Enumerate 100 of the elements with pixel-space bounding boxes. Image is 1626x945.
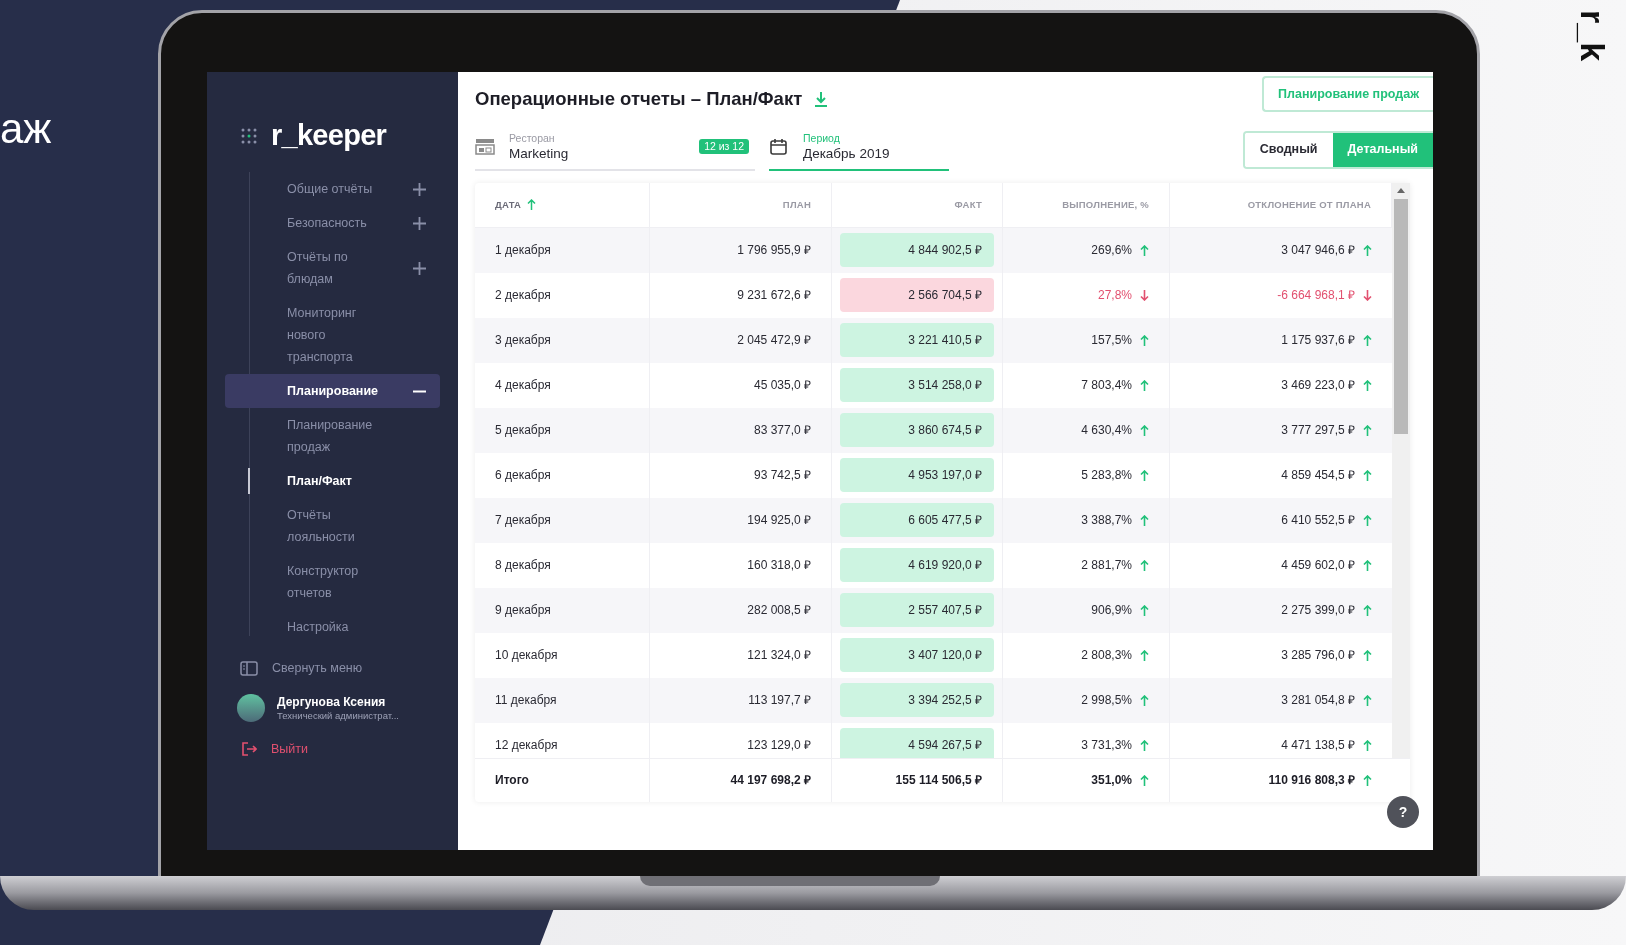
count-badge: 12 из 12 xyxy=(699,139,749,155)
table-cell-text: 8 декабря xyxy=(495,557,551,575)
table-cell-text: 3 777 297,5 ₽ xyxy=(1281,422,1355,440)
field-label: Период xyxy=(803,130,841,145)
table-cell-text: 1 декабря xyxy=(495,242,551,260)
plus-icon[interactable] xyxy=(413,182,426,196)
table-cell-text: 2 декабря xyxy=(495,287,551,305)
table-cell-text: 123 129,0 ₽ xyxy=(747,737,811,755)
nav-item[interactable]: Общие отчёты xyxy=(287,178,381,200)
table-cell-text: 11 декабря xyxy=(495,692,557,710)
table-cell: 4 619 920,0 ₽ xyxy=(840,548,994,583)
column-header[interactable]: ФАКТ xyxy=(954,197,982,212)
corner-logo: r_k xyxy=(1576,10,1610,60)
table-cell: 6 605 477,5 ₽ xyxy=(840,503,994,538)
table-cell-text: 93 742,5 ₽ xyxy=(753,467,811,485)
sales-planning-button[interactable]: Планирование продаж xyxy=(1262,76,1433,112)
table-cell: 2 557 407,5 ₽ xyxy=(840,593,994,628)
nav-item[interactable]: Мониторинг нового транспорта xyxy=(287,302,381,368)
nav-item[interactable]: Отчёты лояльности xyxy=(287,504,381,548)
table-cell-text: 906,9% xyxy=(1091,602,1132,620)
table-cell: 4 953 197,0 ₽ xyxy=(840,458,994,493)
table-cell-text: 7 803,4% xyxy=(1081,377,1132,395)
field-label: Ресторан xyxy=(509,130,556,145)
column-header[interactable]: ДАТА xyxy=(495,197,522,212)
table-cell-text: 351,0% xyxy=(1091,772,1132,790)
table-cell-text: 157,5% xyxy=(1091,332,1132,350)
calendar-icon xyxy=(769,138,789,156)
table-cell-text: 4 630,4% xyxy=(1081,422,1132,440)
table-cell-text: 194 925,0 ₽ xyxy=(747,512,811,530)
scrollbar-thumb[interactable] xyxy=(1394,198,1408,434)
page-title: Операционные отчеты – План/Факт xyxy=(475,87,803,111)
apps-grid-icon[interactable] xyxy=(241,128,257,144)
filter-field[interactable]: Период Декабрь 2019 xyxy=(769,124,949,171)
logout-icon[interactable] xyxy=(241,741,257,758)
help-button[interactable]: ? xyxy=(1387,796,1419,828)
column-header[interactable]: ВЫПОЛНЕНИЕ, % xyxy=(1062,197,1149,212)
table-cell-text: 2 275 399,0 ₽ xyxy=(1281,602,1355,620)
table-cell-text: 5 283,8% xyxy=(1081,467,1132,485)
table-cell-text: 4 459 602,0 ₽ xyxy=(1281,557,1355,575)
table-cell-text: 2 998,5% xyxy=(1081,692,1132,710)
heading-fragment: аж xyxy=(0,108,52,150)
plus-icon[interactable] xyxy=(413,216,426,230)
nav-item[interactable]: Планирование продаж xyxy=(287,414,381,458)
table-cell-text: 3 731,3% xyxy=(1081,737,1132,755)
table-cell-text: 45 035,0 ₽ xyxy=(753,377,811,395)
table-cell-text: 4 декабря xyxy=(495,377,551,395)
table-cell-text: 3 281 054,8 ₽ xyxy=(1281,692,1355,710)
logo: r_keeper xyxy=(271,118,387,154)
table-cell-text: 4 859 454,5 ₽ xyxy=(1281,467,1355,485)
table-cell-text: 44 197 698,2 ₽ xyxy=(730,772,811,790)
table-cell-text: 6 декабря xyxy=(495,467,551,485)
table-cell-text: 9 231 672,6 ₽ xyxy=(737,287,811,305)
table-cell-text: 1 796 955,9 ₽ xyxy=(737,242,811,260)
table-cell-text: 113 197,7 ₽ xyxy=(748,692,811,710)
table-cell: 3 221 410,5 ₽ xyxy=(840,323,994,358)
table-cell-text: 9 декабря xyxy=(495,602,551,620)
table-cell-text: 3 047 946,6 ₽ xyxy=(1281,242,1355,260)
table-cell-text: 160 318,0 ₽ xyxy=(747,557,811,575)
filter-field[interactable]: Ресторан Marketing 12 из 12 xyxy=(475,124,755,171)
column-header[interactable]: ОТКЛОНЕНИЕ ОТ ПЛАНА xyxy=(1247,197,1371,212)
table-cell-text: 5 декабря xyxy=(495,422,551,440)
table-cell: 2 566 704,5 ₽ xyxy=(840,278,994,313)
scroll-up-icon[interactable] xyxy=(1397,186,1405,193)
table-cell-text: 7 декабря xyxy=(495,512,551,530)
table-cell-text: 2 045 472,9 ₽ xyxy=(737,332,811,350)
table-cell-text: 282 008,5 ₽ xyxy=(747,602,811,620)
sidebar-panel-icon[interactable] xyxy=(240,660,258,676)
table-cell: 3 514 258,0 ₽ xyxy=(840,368,994,403)
table-cell: 4 844 902,5 ₽ xyxy=(840,233,994,268)
nav-item[interactable]: Настройка xyxy=(287,616,381,638)
table-cell: 3 860 674,5 ₽ xyxy=(840,413,994,448)
view-tab[interactable]: Детальный xyxy=(1332,132,1433,167)
avatar xyxy=(237,694,265,722)
table-cell-text: 10 декабря xyxy=(495,647,558,665)
nav-item[interactable]: Отчёты по блюдам xyxy=(287,246,381,290)
user-role: Технический администрат... xyxy=(277,709,399,722)
plus-icon[interactable] xyxy=(413,261,426,275)
nav-item[interactable]: План/Факт xyxy=(287,470,381,492)
logout-link[interactable]: Выйти xyxy=(271,740,308,759)
table-cell-text: 155 114 506,5 ₽ xyxy=(894,772,983,790)
table-cell: 4 594 267,5 ₽ xyxy=(840,728,994,758)
table-cell-text: 3 285 796,0 ₽ xyxy=(1281,647,1355,665)
table-cell-text: 3 декабря xyxy=(495,332,551,350)
column-header[interactable]: ПЛАН xyxy=(782,197,811,212)
field-value: Декабрь 2019 xyxy=(803,144,891,163)
table-cell-text: 121 324,0 ₽ xyxy=(747,647,811,665)
table-cell: 3 394 252,5 ₽ xyxy=(840,683,994,718)
table-cell: 3 407 120,0 ₽ xyxy=(840,638,994,673)
table-cell-text: 269,6% xyxy=(1091,242,1132,260)
field-value: Marketing xyxy=(509,144,570,163)
table-cell-text: 110 916 808,3 ₽ xyxy=(1268,772,1355,790)
table-cell-text: 3 388,7% xyxy=(1081,512,1132,530)
storefront-icon xyxy=(475,138,495,156)
table-cell-text: 1 175 937,6 ₽ xyxy=(1281,332,1355,350)
nav-item[interactable]: Безопасность xyxy=(287,212,381,234)
nav-item[interactable]: Конструктор отчетов xyxy=(287,560,381,604)
collapse-menu-link[interactable]: Свернуть меню xyxy=(272,658,363,678)
table-cell-text: 2 881,7% xyxy=(1081,557,1132,575)
user-name: Дергунова Ксения xyxy=(277,694,387,710)
table-cell-text: 3 469 223,0 ₽ xyxy=(1281,377,1355,395)
